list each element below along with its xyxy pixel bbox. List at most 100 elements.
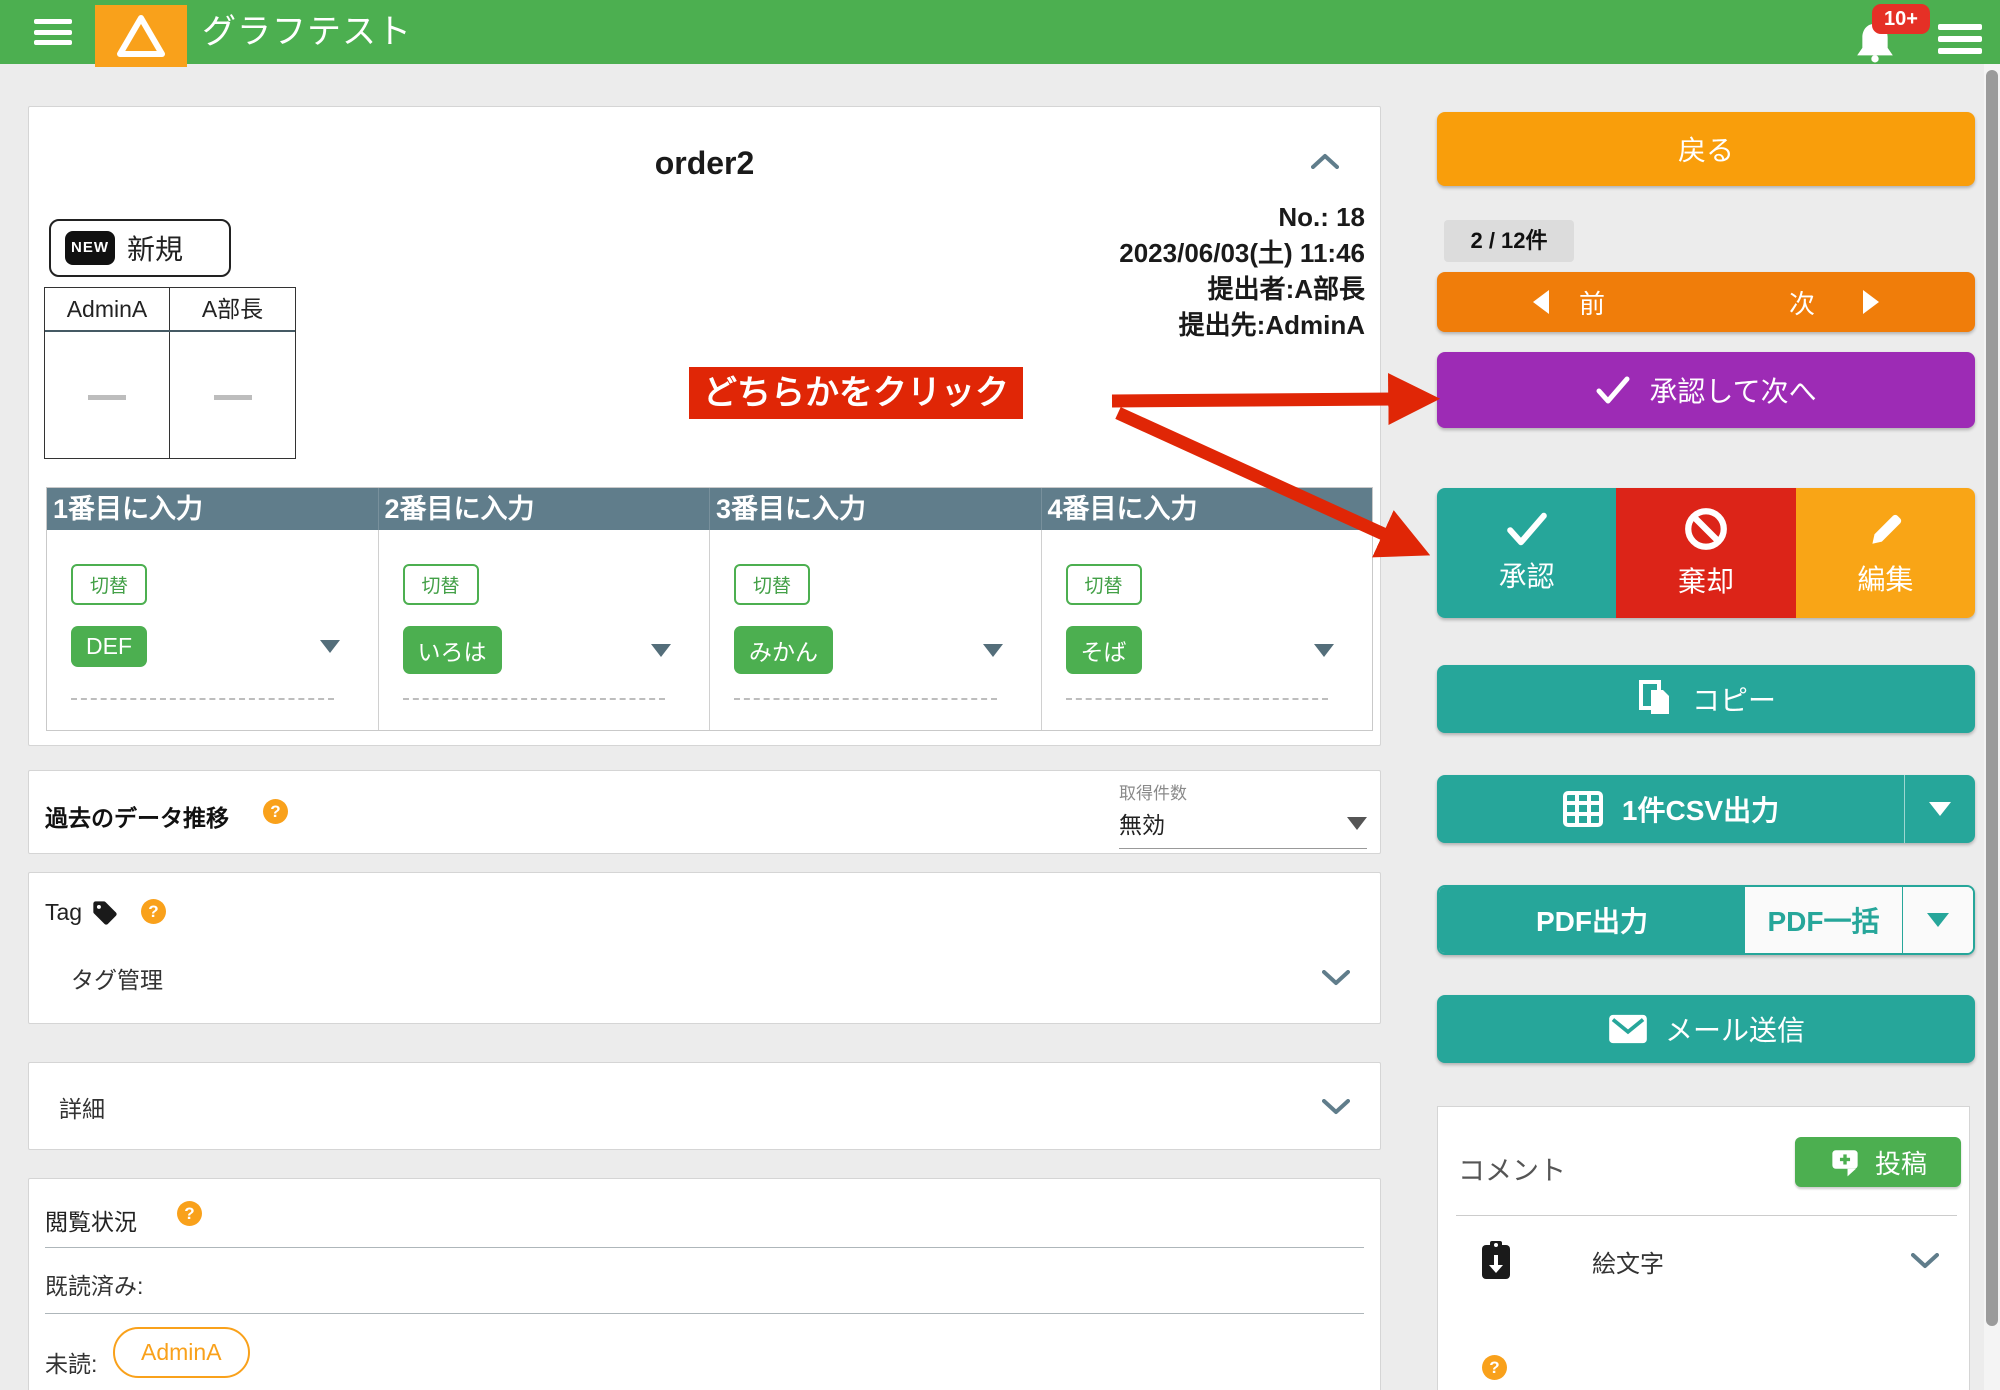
action-button-group: 承認 棄却 編集 [1437, 488, 1975, 618]
field-value-chip: みかん [734, 626, 833, 674]
order-datetime: 2023/06/03(土) 11:46 [845, 235, 1365, 271]
emoji-row[interactable]: 絵文字 [1478, 1235, 1939, 1287]
pager-buttons: 前 次 [1437, 272, 1975, 332]
divider [45, 1247, 1364, 1248]
field-value-chip: そば [1066, 626, 1142, 674]
copy-label: コピー [1692, 679, 1776, 719]
fetch-count-label: 取得件数 [1119, 779, 1367, 804]
toggle-button[interactable]: 切替 [403, 564, 479, 605]
field-header: 1番目に入力 [47, 488, 379, 530]
copy-button[interactable]: コピー [1437, 665, 1975, 733]
field-select[interactable]: DEF [71, 626, 340, 667]
help-icon[interactable]: ? [1482, 1355, 1507, 1380]
app-logo[interactable] [95, 5, 187, 67]
chevron-up-icon[interactable] [1311, 153, 1339, 169]
back-button[interactable]: 戻る [1437, 112, 1975, 186]
field-underline [1066, 698, 1329, 700]
csv-export-label: 1件CSV出力 [1622, 789, 1779, 829]
empty-stamp-dash [214, 395, 252, 400]
page: グラフテスト 10+ order2 NEW 新規 No.: 18 2023/06… [0, 0, 2000, 1390]
csv-export-dropdown[interactable] [1905, 775, 1975, 843]
comment-card: コメント 投稿 絵文字 ? [1437, 1106, 1970, 1390]
field-cell: 切替 いろは [379, 530, 711, 730]
pdf-dropdown[interactable] [1903, 887, 1973, 953]
input-fields-table: 1番目に入力 2番目に入力 3番目に入力 4番目に入力 切替 DEF 切替 [46, 487, 1373, 731]
detail-label: 詳細 [59, 1090, 105, 1124]
next-button[interactable]: 次 [1789, 284, 1879, 321]
copy-icon [1636, 678, 1676, 720]
chevron-down-icon [1322, 1099, 1350, 1116]
approve-next-button[interactable]: 承認して次へ [1437, 352, 1975, 428]
approval-stamp-table: AdminA A部長 [44, 287, 296, 459]
toggle-button[interactable]: 切替 [1066, 564, 1142, 605]
empty-stamp-dash [88, 395, 126, 400]
caret-down-icon [1927, 913, 1949, 927]
stamp-cell [45, 332, 170, 458]
annotation-callout: どちらかをクリック [689, 367, 1023, 419]
field-select[interactable]: いろは [403, 626, 672, 674]
caret-left-icon [1533, 290, 1549, 314]
divider [45, 1313, 1364, 1314]
check-icon [1595, 375, 1631, 405]
field-select[interactable]: そば [1066, 626, 1335, 674]
order-card: order2 NEW 新規 No.: 18 2023/06/03(土) 11:4… [28, 106, 1381, 746]
next-label: 次 [1789, 284, 1815, 321]
stamp-cell [170, 332, 295, 458]
menu-icon[interactable] [34, 19, 72, 45]
tag-icon [91, 899, 119, 927]
order-title: order2 [29, 145, 1380, 182]
field-select[interactable]: みかん [734, 626, 1003, 674]
caret-down-icon [320, 640, 340, 653]
tag-manage-label: タグ管理 [71, 961, 163, 995]
scrollbar-thumb[interactable] [1986, 70, 1998, 1326]
app-header: グラフテスト 10+ [0, 0, 2000, 64]
status-badge: NEW 新規 [49, 219, 231, 277]
prev-button[interactable]: 前 [1533, 284, 1605, 321]
divider [1456, 1215, 1957, 1216]
status-badge-label: 新規 [127, 228, 183, 268]
tag-title: Tag [45, 899, 82, 926]
help-icon[interactable]: ? [141, 899, 166, 924]
pdf-export-button[interactable]: PDF出力 [1439, 887, 1745, 953]
caret-down-icon [1314, 644, 1334, 657]
field-header: 3番目に入力 [710, 488, 1042, 530]
unread-user-pill: AdminA [113, 1327, 250, 1378]
scrollbar-track[interactable] [1984, 64, 2000, 1390]
caret-right-icon [1863, 290, 1879, 314]
field-underline [403, 698, 666, 700]
mail-label: メール送信 [1665, 1009, 1805, 1049]
field-underline [734, 698, 997, 700]
field-cell: 切替 そば [1042, 530, 1373, 730]
view-status-title: 閲覧状況 [45, 1203, 137, 1237]
mail-button[interactable]: メール送信 [1437, 995, 1975, 1063]
reject-button[interactable]: 棄却 [1616, 488, 1795, 618]
csv-export-button: 1件CSV出力 [1437, 775, 1975, 843]
toggle-button[interactable]: 切替 [734, 564, 810, 605]
envelope-icon [1607, 1013, 1649, 1045]
menu-icon-right[interactable] [1938, 24, 1982, 54]
help-icon[interactable]: ? [177, 1201, 202, 1226]
pdf-batch-button[interactable]: PDF一括 [1745, 887, 1903, 953]
field-value-chip: DEF [71, 626, 147, 667]
fetch-count-select[interactable]: 取得件数 無効 [1119, 779, 1367, 849]
help-icon[interactable]: ? [263, 799, 288, 824]
caret-down-icon [1929, 802, 1951, 816]
field-underline [71, 698, 334, 700]
field-cell: 切替 DEF [47, 530, 379, 730]
tag-manage-row[interactable]: タグ管理 [71, 955, 1350, 1001]
caret-down-icon [983, 644, 1003, 657]
edit-button[interactable]: 編集 [1796, 488, 1975, 618]
detail-row[interactable]: 詳細 [59, 1063, 1350, 1151]
csv-export-main[interactable]: 1件CSV出力 [1437, 775, 1904, 843]
paste-icon [1478, 1239, 1514, 1283]
triangle-logo-icon [115, 12, 167, 60]
toggle-button[interactable]: 切替 [71, 564, 147, 605]
read-label: 既読済み: [45, 1267, 143, 1301]
field-header: 4番目に入力 [1042, 488, 1373, 530]
post-comment-button[interactable]: 投稿 [1795, 1137, 1961, 1187]
stamp-col-header: AdminA [45, 288, 170, 330]
new-icon: NEW [65, 231, 115, 265]
history-title: 過去のデータ推移 [45, 799, 229, 833]
field-value-chip: いろは [403, 626, 502, 674]
approve-button[interactable]: 承認 [1437, 488, 1616, 618]
